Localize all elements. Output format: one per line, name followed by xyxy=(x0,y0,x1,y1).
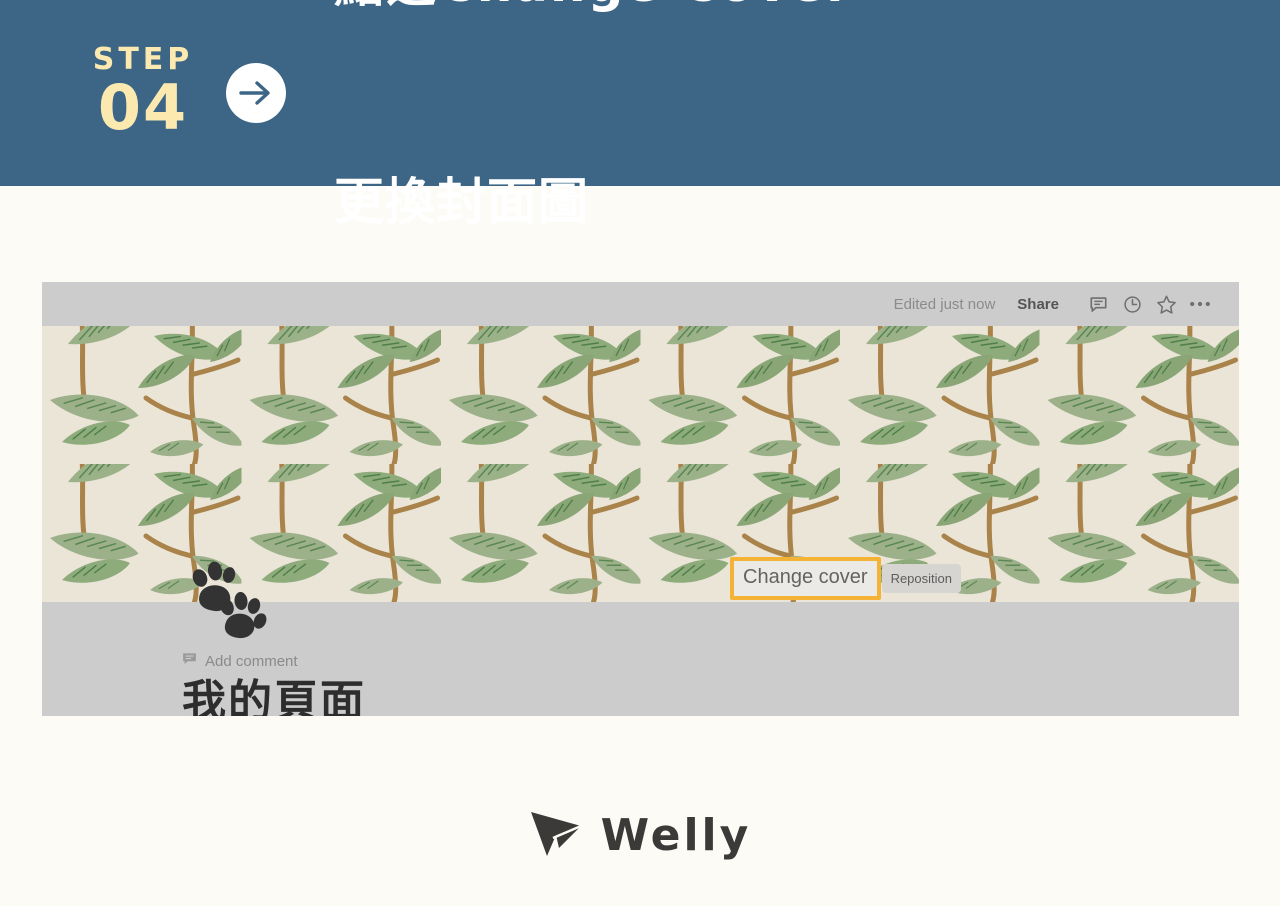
arrow-right-icon xyxy=(226,63,286,123)
cover-action-buttons: Change cover Reposition xyxy=(730,557,961,600)
banner-heading-line-2: 更換封面圖 xyxy=(334,172,589,231)
add-comment-row[interactable]: Add comment xyxy=(182,602,1239,670)
brand-name: Welly xyxy=(600,810,752,861)
edited-status-label: Edited just now xyxy=(893,295,996,313)
star-icon[interactable] xyxy=(1149,291,1183,317)
notion-app-window: Edited just now Share Change cover Repos… xyxy=(42,282,1239,716)
clock-history-icon[interactable] xyxy=(1115,291,1149,317)
notion-top-bar: Edited just now Share xyxy=(42,282,1239,326)
change-cover-highlight: Change cover xyxy=(730,557,881,600)
comment-bubble-icon xyxy=(182,652,197,670)
paper-plane-icon xyxy=(529,808,585,863)
add-comment-label: Add comment xyxy=(205,652,298,670)
reposition-button[interactable]: Reposition xyxy=(881,564,961,593)
step-number-label: 04 xyxy=(97,71,189,145)
paw-prints-icon[interactable] xyxy=(182,560,274,640)
change-cover-button[interactable]: Change cover xyxy=(734,561,877,596)
comment-bubble-icon[interactable] xyxy=(1081,291,1115,317)
page-title[interactable]: 我的頁面 xyxy=(182,676,1239,716)
banner-heading-line-1: 點選Change Cover xyxy=(334,0,853,21)
step-number-block: STEP 04 xyxy=(68,45,218,145)
ellipsis-icon[interactable] xyxy=(1183,291,1217,317)
notion-page-body: Add comment 我的頁面 xyxy=(42,561,1239,716)
brand-footer: Welly xyxy=(0,808,1280,863)
share-button[interactable]: Share xyxy=(1017,296,1059,313)
step-banner: STEP 04 點選Change Cover 更換封面圖 xyxy=(0,0,1280,231)
